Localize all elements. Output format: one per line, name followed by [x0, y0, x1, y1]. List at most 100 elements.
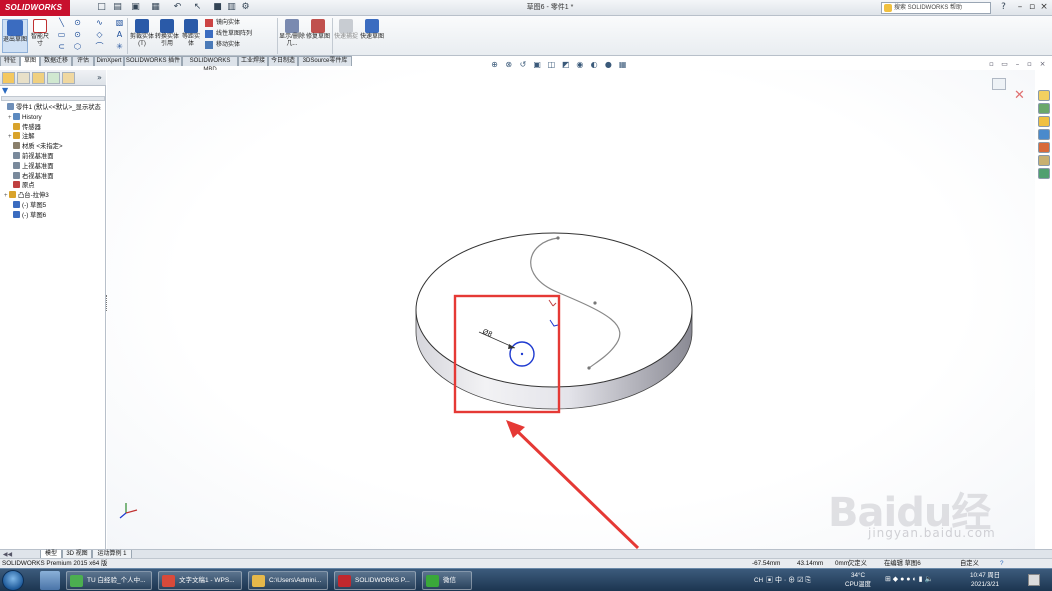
arc-icon[interactable]: ⌒ [94, 42, 105, 52]
edit-appearance-icon[interactable]: ◐ [590, 60, 599, 69]
viewport-restore-icon[interactable]: ▫ [1025, 60, 1034, 69]
view-orientation-icon[interactable]: ◫ [547, 60, 556, 69]
tab-7[interactable]: 工业焊接 [238, 56, 268, 66]
ime-indicator[interactable]: CH [754, 576, 763, 585]
viewport-minimize-icon[interactable]: – [1013, 60, 1022, 69]
tab-6[interactable]: SOLIDWORKS MBD [182, 56, 238, 73]
exit-sketch-corner-icon[interactable] [992, 78, 1006, 90]
tab-4[interactable]: DimXpert [94, 56, 124, 66]
sketch-text-icon[interactable]: ▧ [114, 18, 125, 28]
pinned-app-icon[interactable] [40, 571, 60, 590]
help-search-input[interactable]: 搜索 SOLIDWORKS 帮助 [881, 2, 991, 14]
tree-node[interactable]: 上视基准面 [8, 161, 53, 171]
display-delete-relations-button[interactable]: 显示/删除几... [279, 19, 305, 48]
tree-node[interactable]: + 凸台-拉伸3 [4, 191, 49, 200]
property-manager-tab[interactable] [17, 72, 30, 84]
select-icon[interactable]: ↖ [192, 2, 203, 13]
tab-5[interactable]: SOLIDWORKS 插件 [124, 56, 182, 66]
spline-icon[interactable]: ∿ [94, 18, 105, 28]
tab-0[interactable]: 特征 [0, 56, 20, 66]
dimxpert-tab[interactable] [47, 72, 60, 84]
file-properties-icon[interactable]: ▥ [226, 2, 237, 13]
rapid-sketch-button[interactable]: 快速草图 [360, 19, 384, 41]
tree-node[interactable]: (-) 草图6 [8, 210, 46, 220]
tray-status-icons[interactable]: ⊞ ◆ ● ● ◐ ▮ 🔈 [885, 575, 933, 584]
centerline-icon[interactable]: ⊙ [72, 18, 83, 28]
plane-sketch-icon[interactable]: ◇ [94, 30, 105, 40]
tree-node[interactable]: 零件1 (默认<<默认>_显示状态 [2, 103, 101, 112]
taskbar-item[interactable]: C:\Users\Admini... [248, 571, 328, 590]
options-icon[interactable]: ⚙ [240, 2, 251, 13]
discard-sketch-icon[interactable]: ✕ [1014, 89, 1025, 102]
open-file-icon[interactable]: ▤ [112, 2, 123, 13]
notification-icon[interactable] [1028, 574, 1040, 586]
expand-panel-icon[interactable]: » [94, 72, 105, 83]
viewport-split-icon[interactable]: ▫ [987, 60, 996, 69]
help-icon[interactable]: ? [998, 2, 1009, 13]
minimize-button[interactable]: – [1014, 2, 1026, 13]
tree-node[interactable]: 原点 [8, 181, 35, 190]
viewport-close-icon[interactable]: × [1038, 60, 1047, 69]
tree-node[interactable]: 右视基准面 [8, 171, 53, 181]
line-icon[interactable]: ╲ [56, 18, 67, 28]
clock-time[interactable]: 10:47 周日 [968, 571, 1002, 580]
tree-node[interactable]: 传感器 [8, 122, 41, 132]
text-icon[interactable]: A [114, 30, 125, 40]
zoom-to-fit-icon[interactable]: ⊕ [490, 60, 499, 69]
section-view-icon[interactable]: ▣ [533, 60, 542, 69]
taskbar-item[interactable]: 微信 [422, 571, 472, 590]
linear-pattern-button[interactable]: 线性草图阵列 [205, 30, 252, 38]
taskbar-item[interactable]: TU 白经验_个人中... [66, 571, 152, 590]
tree-node[interactable]: + History [8, 112, 42, 122]
panel-scrollbar[interactable] [1, 96, 105, 101]
file-explorer-icon[interactable] [1038, 116, 1050, 127]
display-manager-tab[interactable] [62, 72, 75, 84]
repair-sketch-button[interactable]: 修复草图 [306, 19, 330, 41]
new-file-icon[interactable]: □ [96, 2, 107, 13]
view-palette-icon[interactable] [1038, 129, 1050, 140]
filter-icon[interactable]: ▼ [2, 87, 10, 95]
offset-entities-button[interactable]: 等距实体 [180, 19, 202, 48]
hide-show-icon[interactable]: ◉ [575, 60, 584, 69]
circle-icon[interactable]: ⊙ [72, 30, 83, 40]
custom-properties-icon[interactable] [1038, 155, 1050, 166]
display-style-icon[interactable]: ◩ [561, 60, 570, 69]
convert-entities-button[interactable]: 转换实体引用 [155, 19, 179, 48]
clock-date[interactable]: 2021/3/21 [968, 580, 1002, 589]
view-settings-icon[interactable]: ▦ [618, 60, 627, 69]
polygon-icon[interactable]: ⬡ [72, 42, 83, 52]
rebuild-icon[interactable]: ■ [212, 2, 223, 13]
tray-icons[interactable]: ▣ 中 · ⊕ ☑ ⎘ [766, 576, 811, 585]
appearances-icon[interactable] [1038, 142, 1050, 153]
tree-node[interactable]: + 注解 [8, 132, 35, 141]
tree-node[interactable]: 材质 <未指定> [8, 142, 63, 151]
smart-dimension-button[interactable]: 智能尺寸 [29, 19, 51, 48]
undo-icon[interactable]: ↶ [172, 2, 183, 13]
quick-snaps-button[interactable]: 快速捕捉 [334, 19, 358, 41]
print-icon[interactable]: ▦ [150, 2, 161, 13]
tab-1[interactable]: 草图 [20, 56, 40, 66]
tab-3[interactable]: 评估 [72, 56, 94, 66]
forum-icon[interactable] [1038, 168, 1050, 179]
save-icon[interactable]: ▣ [130, 2, 141, 13]
viewport-tile-icon[interactable]: ▭ [1000, 60, 1009, 69]
tab-9[interactable]: 3DSource零件库 [298, 56, 352, 66]
sw-resources-icon[interactable] [1038, 90, 1050, 101]
feature-tree-tab[interactable] [2, 72, 15, 84]
design-library-icon[interactable] [1038, 103, 1050, 114]
trim-entities-button[interactable]: 剪裁实体(T) [130, 19, 154, 48]
point-icon[interactable]: ✳ [114, 42, 125, 52]
taskbar-item[interactable]: SOLIDWORKS P... [334, 571, 416, 590]
tab-2[interactable]: 数据迁移 [40, 56, 72, 66]
start-button[interactable] [2, 570, 24, 591]
rectangle-icon[interactable]: ▭ [56, 30, 67, 40]
configuration-manager-tab[interactable] [32, 72, 45, 84]
zoom-area-icon[interactable]: ⊗ [504, 60, 513, 69]
scene-icon[interactable]: ● [604, 60, 613, 69]
mirror-entities-button[interactable]: 镜向实体 [205, 19, 240, 27]
slot-icon[interactable]: ⊂ [56, 42, 67, 52]
close-button[interactable]: × [1038, 2, 1050, 13]
move-entities-button[interactable]: 移动实体 [205, 41, 240, 49]
solidworks-logo[interactable]: SOLIDWORKS [0, 0, 70, 16]
tree-node[interactable]: 前视基准面 [8, 152, 53, 161]
